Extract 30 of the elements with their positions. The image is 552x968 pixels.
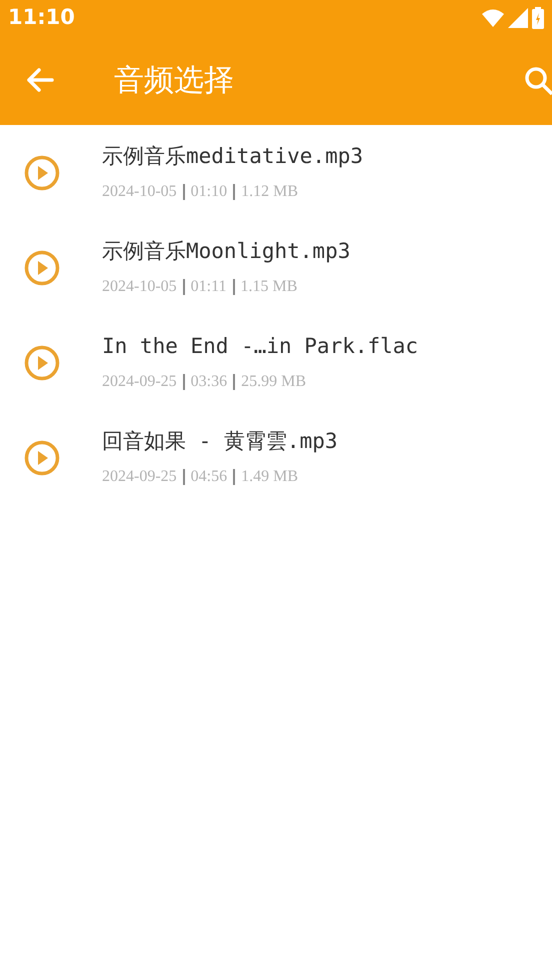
file-size: 1.49 MB [241, 467, 298, 488]
file-date: 2024-09-25 [102, 372, 177, 392]
file-date: 2024-10-05 [102, 182, 177, 202]
file-row[interactable]: In the End -…in Park.flac 2024-09-25 03:36 25.99 MB [0, 315, 552, 410]
file-name: 回音如果 - 黄霄雲.mp3 [102, 428, 338, 455]
file-row[interactable]: 回音如果 - 黄霄雲.mp3 2024-09-25 04:56 1.49 MB [0, 410, 552, 505]
file-name: In the End -…in Park.flac [102, 332, 418, 360]
file-duration: 01:11 [190, 277, 227, 298]
file-date: 2024-10-05 [102, 277, 177, 298]
play-icon [24, 154, 60, 190]
file-size: 25.99 MB [241, 372, 306, 392]
file-duration: 01:10 [190, 182, 228, 202]
file-name: 示例音乐meditative.mp3 [102, 142, 364, 170]
toolbar-title: 音频选择 [114, 62, 234, 100]
wifi-icon [482, 8, 504, 26]
battery-icon [532, 6, 544, 28]
file-name: 示例音乐Moonlight.mp3 [102, 238, 350, 265]
file-row[interactable]: 示例音乐meditative.mp3 2024-10-05 01:10 1.12 MB [0, 125, 552, 220]
play-icon [24, 250, 60, 286]
play-icon [24, 344, 60, 380]
play-icon [24, 440, 60, 476]
file-size: 1.12 MB [241, 182, 298, 202]
file-duration: 04:56 [190, 467, 228, 488]
signal-icon [508, 8, 528, 28]
file-row[interactable]: 示例音乐Moonlight.mp3 2024-10-05 01:11 1.15 MB [0, 220, 552, 315]
file-date: 2024-09-25 [102, 467, 177, 488]
status-time: 11:10 [8, 4, 75, 31]
back-arrow-icon [26, 68, 54, 92]
file-size: 1.15 MB [240, 277, 298, 298]
file-duration: 03:36 [190, 372, 228, 392]
